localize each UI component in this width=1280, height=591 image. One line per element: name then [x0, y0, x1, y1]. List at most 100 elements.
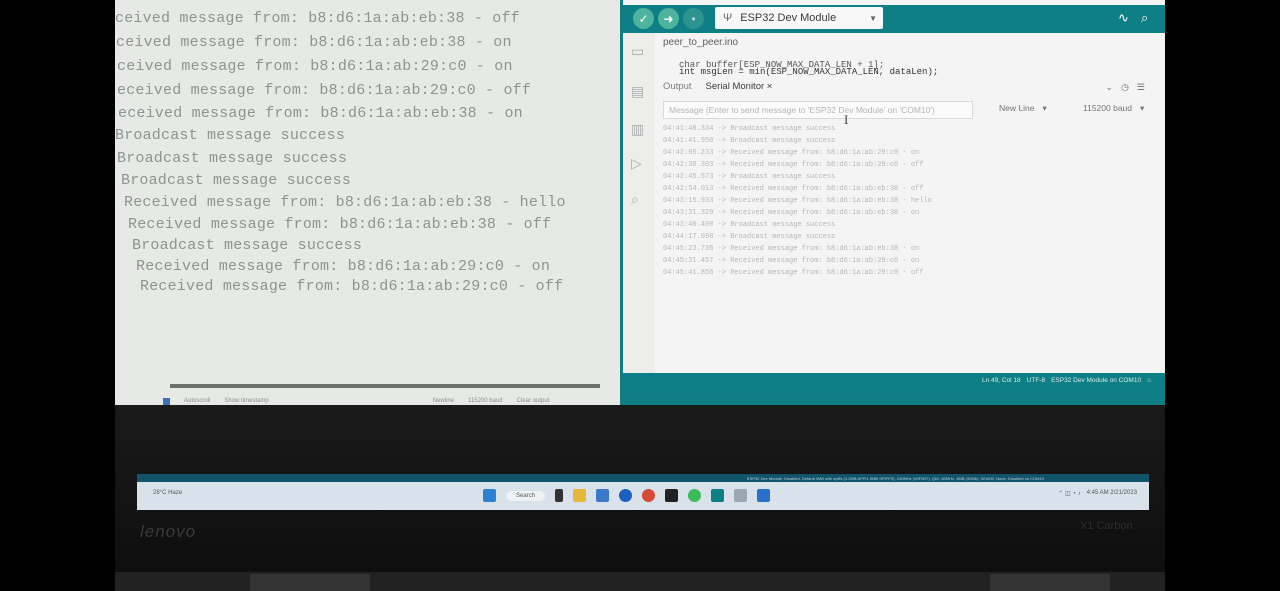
serial-monitor-icon[interactable]: ⌕	[1141, 10, 1148, 26]
weather-widget[interactable]: 28°C Haze	[153, 490, 182, 496]
ide-status-bar: Ln 49, Col 18 UTF-8 ESP32 Dev Module on …	[623, 373, 1165, 388]
baud-select[interactable]: 115200 baud	[468, 398, 503, 404]
boards-icon[interactable]: ▤	[631, 83, 644, 100]
tray-icons[interactable]: ⌃ ◫ ◔ ♪	[1058, 490, 1080, 497]
task-view-icon[interactable]	[555, 489, 564, 502]
arduino-ide-window: ✓ ➜ • Ψ ESP32 Dev Module ▼ ∿ ⌕ ▭ ▤ ▥ ▷ ⌕…	[623, 0, 1165, 388]
windows-taskbar: 28°C Haze Search ⌃ ◫ ◔ ♪ 4:45 AM 2/21/20…	[137, 482, 1149, 510]
terminal-app-icon[interactable]	[757, 489, 771, 502]
baud-rate-select[interactable]: 115200 baud ▾	[1083, 103, 1144, 114]
terminal-line: Received message from: b8:d6:1a:ab:eb:38…	[124, 194, 566, 211]
verify-button[interactable]: ✓	[633, 8, 654, 29]
app-icon[interactable]	[665, 489, 679, 502]
laptop-model-label: X1 Carbon	[1080, 520, 1133, 532]
arduino-icon[interactable]	[711, 489, 725, 502]
photo-stage: ceived message from: b8:d6:1a:ab:eb:38 -…	[0, 0, 1280, 591]
horizontal-scrollbar[interactable]	[170, 384, 600, 388]
line-ending-select[interactable]: New Line ▾	[999, 103, 1047, 114]
board-name: ESP32 Dev Module	[740, 12, 837, 24]
baud-rate-value: 115200 baud	[1083, 103, 1133, 113]
debug-button[interactable]: •	[683, 8, 704, 29]
terminal-line: Received message from: b8:d6:1a:ab:29:c0…	[136, 258, 551, 275]
autoscroll-label: Autoscroll	[184, 398, 211, 404]
terminal-line: eceived message from: b8:d6:1a:ab:eb:38 …	[118, 105, 523, 122]
timestamp-icon[interactable]: ◷	[1121, 82, 1129, 93]
laptop-brand-logo: lenovo	[140, 522, 197, 541]
terminal-status-bar: Autoscroll Show timestamp Newline 115200…	[163, 394, 618, 405]
notifications-icon[interactable]: ⌂	[1147, 377, 1151, 384]
terminal-line: eceived message from: b8:d6:1a:ab:29:c0 …	[117, 82, 532, 99]
line-ending-value: New Line	[999, 103, 1035, 113]
chevron-down-icon[interactable]: ⌄	[1106, 82, 1114, 93]
serial-line: 04:42:05.233 -> Received message from: b…	[663, 149, 920, 157]
serial-line: 04:43:31.329 -> Received message from: b…	[663, 209, 920, 217]
timestamp-toggle[interactable]: Show timestamp	[224, 398, 268, 404]
taskbar-search[interactable]: Search	[506, 490, 546, 501]
debug-icon: •	[691, 11, 696, 26]
serial-line: 04:45:41.856 -> Received message from: b…	[663, 269, 924, 277]
text-cursor-icon: I	[844, 112, 849, 127]
serial-plotter-icon[interactable]: ∿	[1118, 10, 1129, 26]
terminal-line: ceived message from: b8:d6:1a:ab:eb:38 -…	[116, 34, 512, 51]
cursor-position: Ln 49, Col 18	[982, 377, 1021, 384]
browser-icon[interactable]	[619, 489, 633, 502]
terminal-line: Broadcast message success	[115, 127, 346, 144]
upload-button[interactable]: ➜	[658, 8, 679, 29]
laptop-screen: ceived message from: b8:d6:1a:ab:eb:38 -…	[115, 0, 1165, 405]
terminal-line: Received message from: b8:d6:1a:ab:29:c0…	[140, 278, 564, 295]
clear-output-button[interactable]: Clear output	[517, 398, 550, 404]
check-icon: ✓	[638, 11, 649, 26]
serial-line: 04:45:23.736 -> Received message from: b…	[663, 245, 920, 253]
arrow-right-icon: ➜	[663, 11, 674, 26]
serial-terminal-window: ceived message from: b8:d6:1a:ab:eb:38 -…	[115, 0, 620, 405]
clock[interactable]: 4:45 AM 2/21/2023	[1087, 490, 1137, 497]
newline-select[interactable]: Newline	[433, 398, 454, 404]
board-port[interactable]: ESP32 Dev Module on COM10	[1051, 377, 1141, 384]
search-icon[interactable]: ⌕	[631, 191, 639, 208]
library-icon[interactable]: ▥	[631, 121, 644, 138]
debug-side-icon[interactable]: ▷	[631, 155, 642, 172]
usb-icon: Ψ	[723, 12, 733, 24]
file-tab[interactable]: peer_to_peer.ino	[663, 37, 738, 48]
clock-time: 4:45 AM	[1086, 490, 1109, 496]
serial-line: 04:45:31.457 -> Received message from: b…	[663, 257, 920, 265]
board-selector[interactable]: Ψ ESP32 Dev Module ▼	[715, 7, 883, 29]
serial-line: 04:43:15.933 -> Received message from: b…	[663, 197, 932, 205]
serial-line: 04:44:17.098 -> Broadcast message succes…	[663, 233, 836, 241]
hinge-vent	[990, 574, 1110, 591]
terminal-line: Broadcast message success	[117, 150, 348, 167]
start-icon[interactable]	[483, 489, 496, 502]
hinge-vent	[250, 574, 370, 591]
chrome-icon[interactable]	[642, 489, 656, 502]
tab-output[interactable]: Output	[663, 81, 692, 92]
mail-icon[interactable]	[596, 489, 610, 502]
autoscroll-checkbox[interactable]	[163, 397, 170, 405]
system-tray: ⌃ ◫ ◔ ♪ 4:45 AM 2/21/2023	[1058, 490, 1137, 497]
serial-line: 04:42:30.303 -> Received message from: b…	[663, 161, 924, 169]
chevron-down-icon: ▾	[1140, 103, 1145, 113]
terminal-line: Received message from: b8:d6:1a:ab:eb:38…	[128, 216, 552, 233]
serial-line: 04:43:40.400 -> Broadcast message succes…	[663, 221, 836, 229]
terminal-line: Broadcast message success	[121, 172, 352, 189]
clock-date: 2/21/2023	[1110, 490, 1137, 496]
encoding: UTF-8	[1026, 377, 1046, 384]
serial-line: 04:42:45.573 -> Broadcast message succes…	[663, 173, 836, 181]
ide-sidebar: ▭ ▤ ▥ ▷ ⌕	[623, 33, 655, 373]
tab-serial-monitor[interactable]: Serial Monitor ×	[706, 81, 773, 92]
serial-message-input[interactable]: Message (Enter to send message to 'ESP32…	[663, 101, 973, 119]
whatsapp-icon[interactable]	[688, 489, 702, 502]
terminal-line: ceived message from: b8:d6:1a:ab:29:c0 -…	[117, 58, 513, 75]
close-icon[interactable]: ×	[767, 81, 773, 92]
serial-line: 04:42:54.013 -> Received message from: b…	[663, 185, 924, 193]
app-icon[interactable]	[734, 489, 748, 502]
clear-icon[interactable]: ☰	[1137, 82, 1145, 93]
serial-line: 04:41:48.334 -> Broadcast message succes…	[663, 125, 836, 133]
ide-toolbar: ✓ ➜ • Ψ ESP32 Dev Module ▼ ∿ ⌕	[623, 5, 1165, 33]
serial-line: 04:41:41.950 -> Broadcast message succes…	[663, 137, 836, 145]
file-explorer-icon[interactable]	[573, 489, 587, 502]
tab-serial-monitor-label: Serial Monitor	[705, 80, 765, 92]
code-line: int msgLen = min(ESP_NOW_MAX_DATA_LEN, d…	[679, 67, 939, 77]
terminal-line: Broadcast message success	[132, 237, 363, 254]
panel-actions: ⌄ ◷ ☰	[1106, 82, 1145, 93]
folder-icon[interactable]: ▭	[631, 43, 644, 60]
